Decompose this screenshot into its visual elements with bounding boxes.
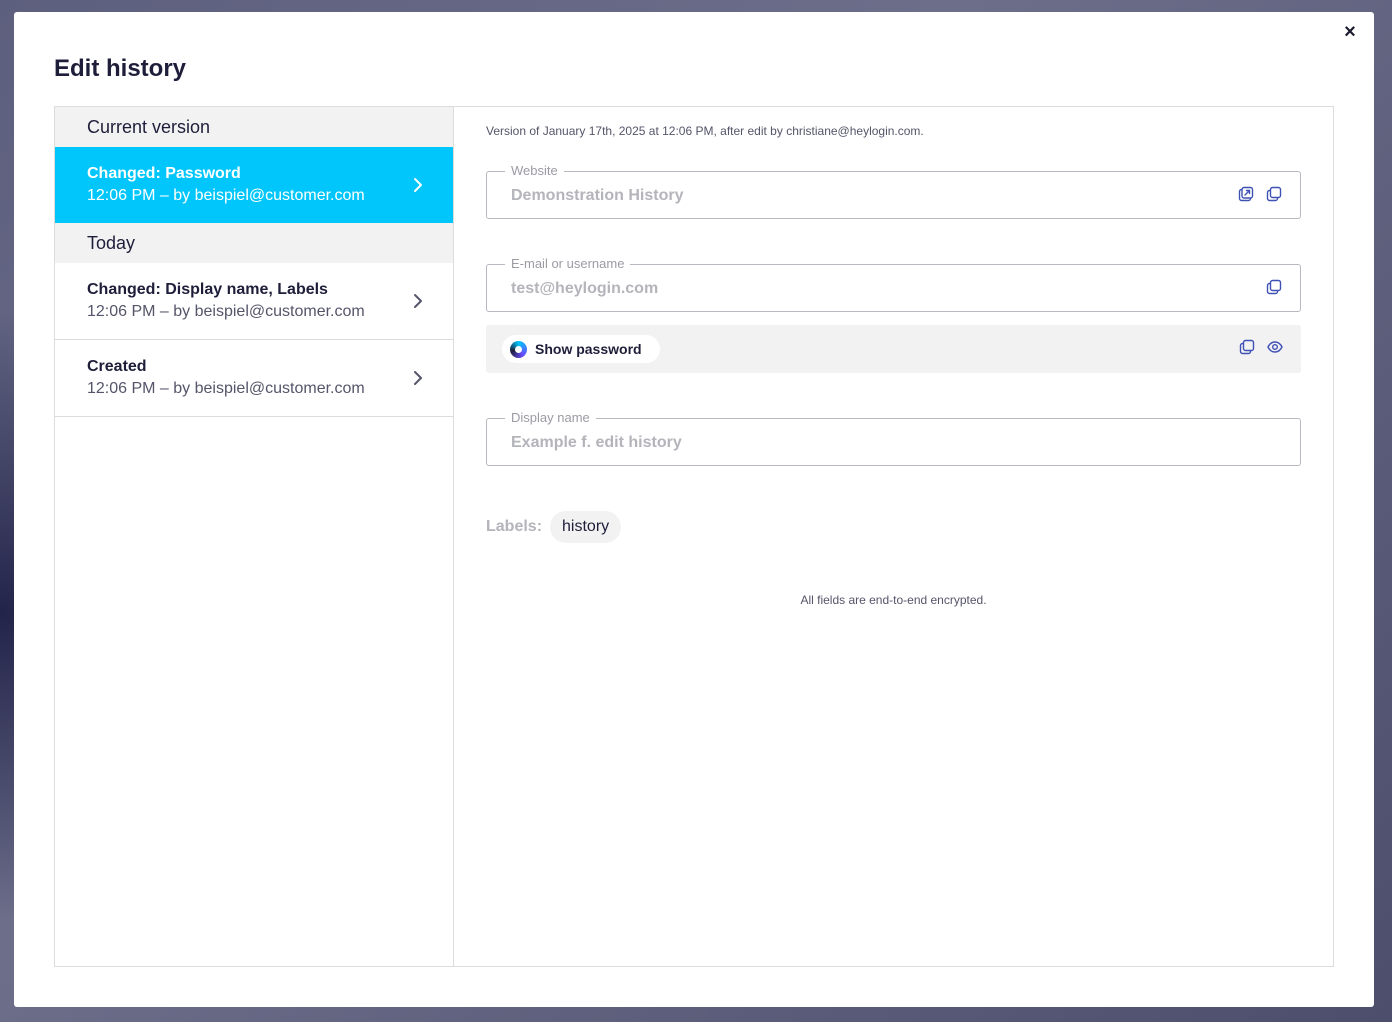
encryption-note: All fields are end-to-end encrypted. <box>800 593 987 607</box>
label-tag[interactable]: history <box>550 511 622 543</box>
group-header-current: Current version <box>55 107 453 147</box>
username-value: test@heylogin.com <box>511 280 659 297</box>
username-label: E-mail or username <box>505 256 631 271</box>
labels-row: Labels: history <box>486 511 622 543</box>
heylogin-logo-icon <box>510 340 527 358</box>
history-item[interactable]: Created 12:06 PM – by beispiel@customer.… <box>55 340 453 417</box>
website-field: Website Demonstration History <box>486 163 1301 219</box>
close-button[interactable]: × <box>1342 21 1358 43</box>
history-item-title: Changed: Display name, Labels <box>87 281 328 298</box>
group-header-today: Today <box>55 223 453 263</box>
version-info: Version of January 17th, 2025 at 12:06 P… <box>486 124 924 138</box>
history-item-subtitle: 12:06 PM – by beispiel@customer.com <box>87 303 365 320</box>
display-name-field: Display name Example f. edit history <box>486 410 1301 466</box>
copy-icon[interactable] <box>1266 279 1282 295</box>
history-item-subtitle: 12:06 PM – by beispiel@customer.com <box>87 380 365 397</box>
website-value: Demonstration History <box>511 187 684 204</box>
history-panel: Current version Changed: Password 12:06 … <box>54 106 1334 967</box>
open-external-icon[interactable] <box>1238 186 1254 202</box>
chevron-right-icon <box>411 178 425 192</box>
history-item-title: Changed: Password <box>87 165 241 182</box>
version-list: Current version Changed: Password 12:06 … <box>55 107 454 966</box>
website-label: Website <box>505 163 564 178</box>
close-icon: × <box>1344 21 1356 43</box>
username-field: E-mail or username test@heylogin.com <box>486 256 1301 312</box>
chevron-right-icon <box>411 294 425 308</box>
show-password-button[interactable]: Show password <box>502 335 660 363</box>
copy-icon[interactable] <box>1266 186 1282 202</box>
password-field: Show password <box>486 325 1301 373</box>
copy-icon[interactable] <box>1239 339 1255 355</box>
edit-history-modal: × Edit history Current version Changed: … <box>14 12 1374 1007</box>
display-name-label: Display name <box>505 410 596 425</box>
chevron-right-icon <box>411 371 425 385</box>
eye-icon[interactable] <box>1267 339 1283 355</box>
history-item-title: Created <box>87 358 147 375</box>
history-item[interactable]: Changed: Display name, Labels 12:06 PM –… <box>55 263 453 340</box>
version-detail: Version of January 17th, 2025 at 12:06 P… <box>454 107 1333 966</box>
show-password-label: Show password <box>535 341 642 357</box>
labels-title: Labels: <box>486 518 543 535</box>
history-item-subtitle: 12:06 PM – by beispiel@customer.com <box>87 187 365 204</box>
display-name-value: Example f. edit history <box>511 434 682 451</box>
history-item-current[interactable]: Changed: Password 12:06 PM – by beispiel… <box>55 147 453 223</box>
modal-title: Edit history <box>54 55 187 82</box>
